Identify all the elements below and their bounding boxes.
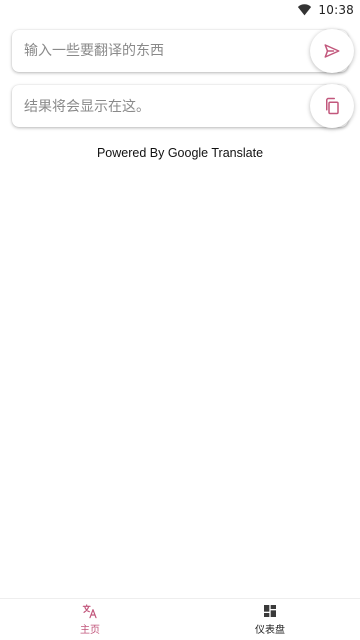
translate-icon — [82, 604, 97, 619]
result-card: 结果将会显示在这。 — [12, 84, 354, 128]
translate-screen: 10:38 结果将会显示在这。 Powered By Google Transl… — [0, 0, 360, 640]
send-button[interactable] — [310, 29, 354, 73]
nav-label-home: 主页 — [80, 625, 100, 636]
status-bar: 10:38 — [0, 0, 360, 20]
bottom-nav: 主页 仪表盘 — [0, 598, 360, 640]
send-icon — [324, 44, 340, 58]
nav-item-dashboard[interactable]: 仪表盘 — [180, 599, 360, 640]
nav-label-dashboard: 仪表盘 — [255, 625, 285, 636]
translate-input[interactable] — [12, 30, 302, 72]
dashboard-icon — [264, 605, 276, 617]
status-time: 10:38 — [318, 3, 354, 17]
input-card — [12, 29, 354, 73]
wifi-icon — [298, 4, 312, 16]
result-text: 结果将会显示在这。 — [24, 99, 150, 115]
powered-by-text: Powered By Google Translate — [96, 146, 264, 160]
copy-button[interactable] — [310, 84, 354, 128]
copy-icon — [326, 97, 339, 115]
nav-item-home[interactable]: 主页 — [0, 599, 180, 640]
